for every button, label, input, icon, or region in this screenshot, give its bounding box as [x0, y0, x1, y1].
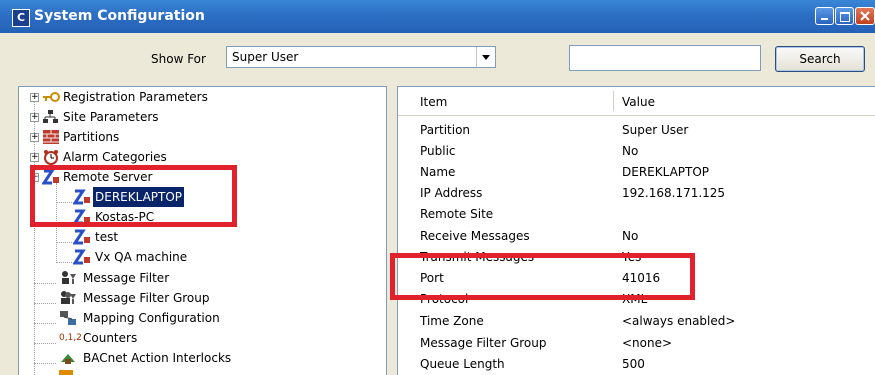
bacnet-icon [59, 350, 77, 366]
row-value: No [622, 144, 639, 158]
search-input[interactable] [569, 45, 761, 71]
minimize-icon [821, 18, 828, 20]
remote-server-icon [72, 249, 91, 265]
table-row[interactable]: Message Filter Group <none> [398, 332, 875, 354]
row-item: Queue Length [420, 357, 505, 371]
show-for-label: Show For [151, 52, 206, 66]
search-button[interactable]: Search [775, 46, 865, 72]
row-item: Partition [420, 123, 471, 137]
row-value: <none> [622, 336, 673, 350]
column-separator[interactable] [613, 91, 614, 111]
maximize-icon [840, 12, 850, 22]
highlight-box-selected-server [30, 165, 237, 227]
message-filter-group-icon [59, 290, 77, 306]
counters-icon: 0,1,2 [59, 333, 82, 343]
row-value: Super User [622, 123, 689, 137]
tree-item-partial[interactable] [19, 368, 379, 375]
close-icon [860, 11, 870, 21]
expand-icon[interactable]: + [30, 113, 39, 122]
configuration-tree[interactable]: + Registration Parameters + Site Paramet… [18, 86, 387, 375]
table-row[interactable]: Name DEREKLAPTOP [398, 161, 875, 183]
tree-item-message-filter-group[interactable]: Message Filter Group [19, 288, 379, 308]
tree-item-label: Mapping Configuration [83, 311, 220, 325]
tree-item-counters[interactable]: 0,1,2 Counters [19, 328, 379, 348]
tree-item-label: BACnet Action Interlocks [83, 351, 232, 365]
tree-item-test[interactable]: test [19, 227, 379, 247]
grid-header: Item Value [398, 87, 875, 116]
expand-icon[interactable]: + [30, 93, 39, 102]
close-button[interactable] [855, 7, 875, 25]
column-header-value[interactable]: Value [622, 95, 655, 109]
tree-item-label: Partitions [63, 130, 120, 144]
alarm-clock-icon [42, 149, 60, 165]
tree-item-label: Registration Parameters [63, 90, 208, 104]
folder-icon [59, 370, 73, 375]
brick-wall-icon [42, 129, 60, 145]
tree-item-alarm-categories[interactable]: + Alarm Categories [19, 147, 379, 167]
tree-item-label: Site Parameters [63, 110, 159, 124]
tree-item-label: Counters [83, 331, 138, 345]
table-row[interactable]: Receive Messages No [398, 225, 875, 247]
tree-item-registration-parameters[interactable]: + Registration Parameters [19, 87, 379, 107]
show-for-value: Super User [232, 50, 299, 64]
show-for-dropdown[interactable]: Super User [226, 46, 496, 68]
tree-item-partitions[interactable]: + Partitions [19, 127, 379, 147]
expand-icon[interactable]: + [30, 153, 39, 162]
tree-item-vx-qa-machine[interactable]: Vx QA machine [19, 247, 379, 267]
site-network-icon [42, 109, 60, 125]
tree-item-label: test [95, 230, 119, 244]
row-item: IP Address [420, 186, 483, 200]
row-value: 500 [622, 357, 645, 371]
tree-item-bacnet-action-interlocks[interactable]: BACnet Action Interlocks [19, 348, 379, 368]
window-title: System Configuration [34, 8, 205, 24]
table-row[interactable]: Public No [398, 140, 875, 162]
message-filter-icon [59, 270, 77, 286]
row-item: Public [420, 144, 456, 158]
highlight-box-port [390, 253, 695, 300]
title-bar[interactable]: C System Configuration [0, 0, 875, 33]
row-item: Receive Messages [420, 229, 530, 243]
row-value: No [622, 229, 639, 243]
column-header-item[interactable]: Item [420, 95, 447, 109]
minimize-button[interactable] [815, 7, 834, 25]
tree-item-site-parameters[interactable]: + Site Parameters [19, 107, 379, 127]
row-item: Name [420, 165, 456, 179]
tree-item-label: Vx QA machine [95, 250, 188, 264]
table-row[interactable]: Remote Site [398, 203, 875, 225]
tree-item-label: Alarm Categories [63, 150, 167, 164]
tree-item-mapping-configuration[interactable]: Mapping Configuration [19, 308, 379, 328]
maximize-button[interactable] [835, 7, 854, 25]
mapping-icon [59, 310, 77, 326]
tree-item-label: Message Filter [83, 271, 170, 285]
chevron-down-icon[interactable] [476, 47, 495, 67]
row-value: 192.168.171.125 [622, 186, 726, 200]
table-row[interactable]: IP Address 192.168.171.125 [398, 182, 875, 204]
key-icon [42, 89, 60, 105]
expand-icon[interactable]: + [30, 133, 39, 142]
table-row[interactable]: Queue Length 500 [398, 353, 875, 375]
remote-server-icon [72, 229, 91, 245]
tree-item-label: Message Filter Group [83, 291, 210, 305]
properties-grid[interactable]: Item Value Partition Super User Public No … [397, 86, 875, 375]
row-value: DEREKLAPTOP [622, 165, 710, 179]
row-item: Remote Site [420, 207, 494, 221]
table-row[interactable]: Time Zone <always enabled> [398, 310, 875, 332]
row-item: Time Zone [420, 314, 484, 328]
table-row[interactable]: Partition Super User [398, 119, 875, 141]
row-item: Message Filter Group [420, 336, 547, 350]
row-value: <always enabled> [622, 314, 736, 328]
app-icon: C [12, 9, 30, 27]
tree-item-message-filter[interactable]: Message Filter [19, 268, 379, 288]
